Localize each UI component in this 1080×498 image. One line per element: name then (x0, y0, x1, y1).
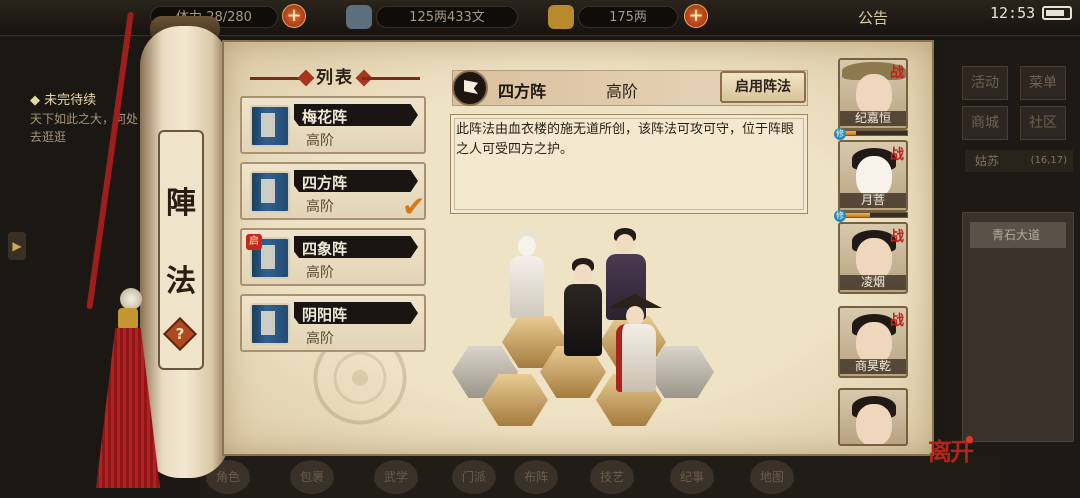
tassel-bead (120, 288, 142, 310)
party-name: 凌烟 (840, 275, 906, 290)
nav-journal[interactable]: 纪事 (670, 460, 714, 494)
detail-formation-name: 四方阵 (498, 82, 547, 101)
header-line-right (362, 77, 420, 80)
nav-formation[interactable]: 布阵 (514, 460, 558, 494)
formation-name: 阴阳阵 (302, 306, 348, 324)
location-display: (16,17) 姑苏 (965, 150, 1073, 172)
formation-tier: 高阶 (306, 133, 334, 149)
money-value: 125两433文 (376, 6, 518, 28)
hero-body (510, 256, 544, 318)
activity-button[interactable]: 活动 (962, 66, 1008, 100)
add-ingot-button[interactable]: + (684, 4, 708, 28)
list-header-title: 列表 (316, 68, 354, 88)
portrait-face (856, 156, 892, 198)
hp-bar (838, 130, 908, 136)
book-icon (250, 171, 290, 213)
formation-item-yinyang[interactable]: 阴阳阵 高阶 (240, 294, 426, 352)
status-clock: 12:53 (990, 4, 1036, 22)
quest-title: ◆ 未完待续 (30, 93, 97, 108)
ingot-icon (548, 5, 574, 29)
enabled-badge: 启 (246, 234, 262, 250)
selected-check-icon: ✔ (402, 190, 426, 223)
title-char-zhen: 陣 (166, 186, 196, 221)
hp-bar (838, 212, 908, 218)
hero-head (518, 236, 536, 256)
add-stamina-button[interactable]: + (282, 4, 306, 28)
formation-item-sifang[interactable]: 四方阵 高阶 (240, 162, 426, 220)
hero-body (564, 284, 602, 356)
nav-map[interactable]: 地图 (750, 460, 794, 494)
formation-tier: 高阶 (306, 265, 334, 281)
portrait-face (856, 322, 892, 364)
party-name: 纪嘉恒 (840, 111, 906, 126)
portrait-face (856, 238, 892, 280)
leave-button[interactable]: 离开 (928, 432, 974, 467)
nav-bag[interactable]: 包裹 (290, 460, 334, 494)
battle-tag: 战 (890, 65, 904, 81)
formation-name: 梅花阵 (302, 108, 348, 126)
party-card-lingyan[interactable]: 战 凌烟 (838, 222, 908, 294)
cultivate-icon: 修 (834, 128, 846, 140)
party-name: 月菩 (840, 193, 906, 208)
party-card-extra[interactable] (838, 388, 908, 446)
cultivate-icon: 修 (834, 210, 846, 222)
battle-tag: 战 (890, 313, 904, 329)
coin-icon (346, 5, 372, 29)
flag-icon (452, 70, 488, 106)
formation-item-meihua[interactable]: 梅花阵 高阶 (240, 96, 426, 154)
expand-arrow-icon[interactable]: ▶ (8, 232, 26, 260)
help-label: ? (175, 325, 185, 343)
menu-button[interactable]: 菜单 (1020, 66, 1066, 100)
road-button[interactable]: 青石大道 (970, 222, 1066, 248)
nav-skill[interactable]: 技艺 (590, 460, 634, 494)
tassel-knot (118, 308, 138, 330)
notice-button[interactable]: 公告 (858, 7, 888, 28)
battle-tag: 战 (890, 147, 904, 163)
hero-head (616, 234, 634, 254)
enable-formation-button[interactable]: 启用阵法 (720, 71, 806, 103)
battery-icon (1042, 6, 1072, 20)
party-card-jijiaheng[interactable]: 战 纪嘉恒 (838, 58, 908, 130)
detail-formation-tier: 高阶 (606, 82, 639, 101)
formation-tier: 高阶 (306, 199, 334, 215)
formation-name: 四方阵 (302, 174, 348, 192)
location-name: 姑苏 (975, 154, 1000, 168)
book-icon (250, 303, 290, 345)
party-card-shanghaoqian[interactable]: 战 商昊乾 (838, 306, 908, 378)
quest-tracker[interactable]: ◆ 未完待续 天下如此之大，何处去逛逛 (30, 92, 140, 146)
hero-body (616, 324, 656, 392)
formation-description: 此阵法由血衣楼的施无道所创，该阵法可攻可守，位于阵眼之人可受四方之护。 (456, 122, 795, 157)
title-char-fa: 法 (166, 264, 196, 299)
shop-button[interactable]: 商城 (962, 106, 1008, 140)
party-card-yuepu[interactable]: 战 月菩 (838, 140, 908, 212)
location-coords: (16,17) (1030, 155, 1067, 166)
header-diamond-left (297, 69, 315, 87)
battle-tag: 战 (890, 229, 904, 245)
portrait-face (856, 404, 892, 444)
portrait-face (856, 74, 892, 116)
tassel-rope (86, 11, 134, 310)
party-name: 商昊乾 (840, 359, 906, 374)
quest-desc: 天下如此之大，何处去逛逛 (30, 112, 139, 144)
list-header: 列表 (250, 66, 420, 90)
hero-head (626, 306, 644, 326)
community-button[interactable]: 社区 (1020, 106, 1066, 140)
formation-name: 四象阵 (302, 240, 348, 258)
formation-tier: 高阶 (306, 331, 334, 347)
hero-head (574, 264, 592, 284)
nav-sect[interactable]: 门派 (452, 460, 496, 494)
book-icon (250, 105, 290, 147)
ingot-value: 175两 (578, 6, 678, 28)
formation-item-sixiang[interactable]: 四象阵 高阶 (240, 228, 426, 286)
nav-martial[interactable]: 武学 (374, 460, 418, 494)
